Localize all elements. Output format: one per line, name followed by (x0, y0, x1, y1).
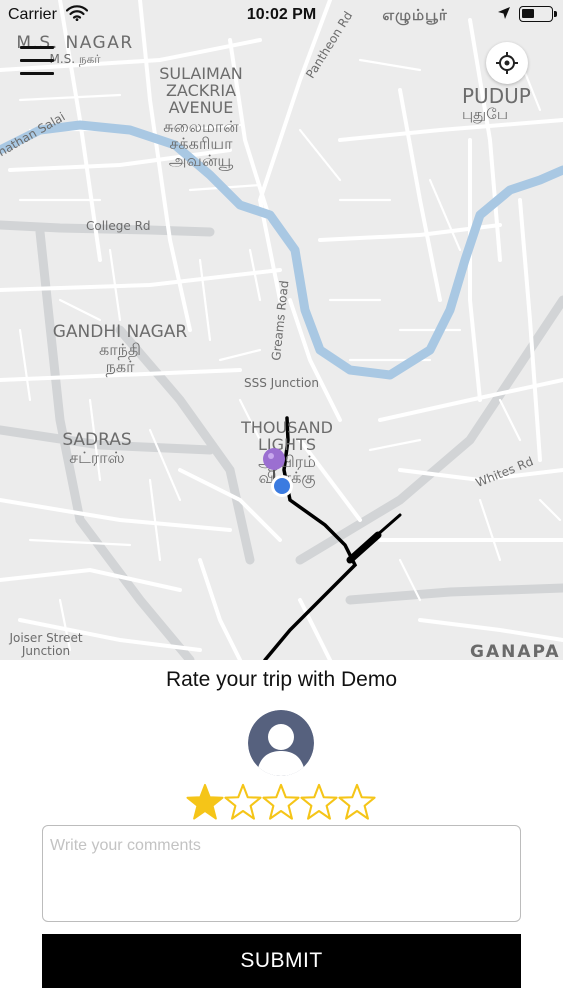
submit-button[interactable]: SUBMIT (42, 934, 521, 988)
road-label-joiser-street: Joiser Street Junction (9, 631, 83, 658)
comments-box (42, 825, 521, 922)
area-label-ganapa: GANAPA (470, 642, 561, 660)
map-view[interactable]: M.S. NAGAR M.S. நகர் எழும்பூர் SULAIMAN … (0, 0, 563, 660)
menu-button[interactable] (20, 44, 56, 78)
location-arrow-icon (498, 7, 510, 19)
star-icon-4[interactable] (300, 782, 338, 822)
star-rating[interactable] (186, 782, 378, 822)
road-label-college: College Rd (86, 219, 151, 233)
comments-input[interactable] (43, 826, 520, 921)
star-icon-2[interactable] (224, 782, 262, 822)
rating-title: Rate your trip with Demo (165, 668, 398, 691)
battery-icon (519, 6, 557, 22)
current-location-icon (271, 475, 293, 497)
star-icon-3[interactable] (262, 782, 300, 822)
clock: 10:02 PM (246, 6, 317, 23)
crosshair-icon (496, 52, 518, 74)
road-label-sss-junction: SSS Junction (244, 376, 319, 390)
area-label-sulaiman: SULAIMAN ZACKRIA AVENUE சுலைமான் சக்கரிய… (159, 64, 243, 170)
star-icon-5[interactable] (338, 782, 376, 822)
area-label-sadras: SADRAS சட்ராஸ் (62, 430, 132, 467)
rating-panel: Rate your trip with Demo SUBMIT (0, 660, 563, 1000)
area-label-pudup: PUDUP புதுபே (462, 84, 531, 123)
driver-avatar (248, 710, 314, 776)
status-bar: Carrier 10:02 PM (0, 0, 563, 30)
area-label-gandhi-nagar: GANDHI NAGAR காந்தி நகர் (52, 322, 188, 376)
star-icon-1[interactable] (186, 782, 224, 822)
user-silhouette-icon (248, 710, 314, 776)
locate-me-button[interactable] (486, 42, 528, 84)
